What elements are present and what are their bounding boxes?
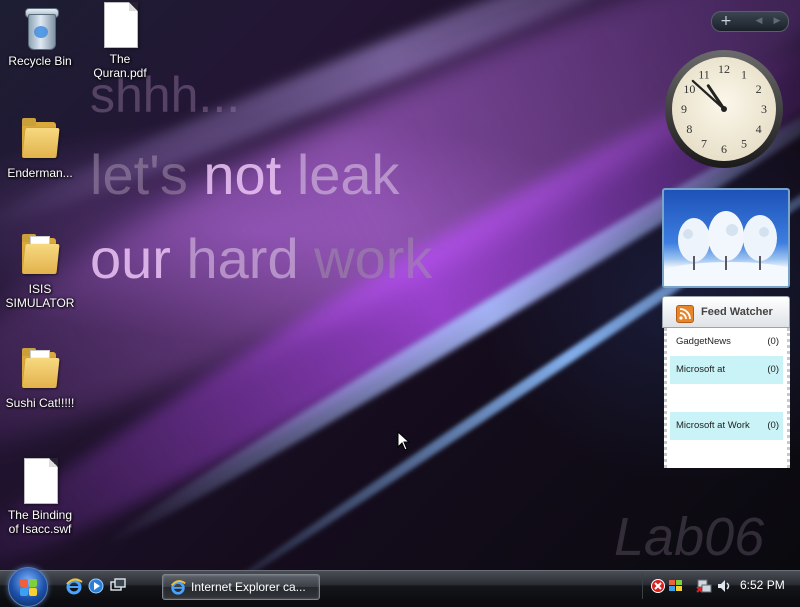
feed-watcher-title: Feed Watcher — [701, 306, 773, 318]
system-clock[interactable]: 6:52 PM — [740, 578, 785, 592]
feed-item-name: Microsoft at — [676, 364, 726, 375]
document-icon — [20, 458, 60, 504]
desktop[interactable]: shhh... let's not leak our hard work Lab… — [0, 0, 800, 570]
previous-gadget-page-button[interactable]: ◀ — [752, 12, 766, 31]
clock-numeral: 10 — [683, 82, 695, 96]
network-disconnected-icon[interactable] — [696, 578, 712, 594]
clock-numeral: 6 — [721, 142, 727, 156]
clock-numeral: 12 — [718, 62, 730, 76]
tray-separator — [642, 573, 643, 599]
feed-item[interactable]: Microsoft at (0) — [670, 356, 783, 384]
start-button[interactable] — [8, 567, 48, 607]
windows-update-icon[interactable] — [668, 578, 684, 594]
feed-item-name: GadgetNews — [676, 336, 731, 347]
taskbar-button-internet-explorer[interactable]: Internet Explorer ca... — [162, 574, 320, 600]
windows-media-quicklaunch-icon[interactable] — [86, 576, 106, 596]
desktop-icon-recycle-bin[interactable]: Recycle Bin — [0, 4, 80, 68]
feed-item-count: (0) — [767, 420, 779, 431]
desktop-icon-binding-of-isaac-swf[interactable]: The Binding of Isacc.swf — [0, 458, 80, 536]
desktop-icon-label: The Quran.pdf — [93, 52, 147, 80]
feed-item[interactable]: GadgetNews (0) — [670, 328, 783, 356]
desktop-icon-quran-pdf[interactable]: The Quran.pdf — [80, 2, 160, 80]
feed-item[interactable] — [670, 384, 783, 412]
taskbar-button-label: Internet Explorer ca... — [191, 580, 306, 594]
wallpaper-word: work — [298, 227, 433, 290]
feed-item[interactable]: Microsoft at Work (0) — [670, 412, 783, 440]
internet-explorer-quicklaunch-icon[interactable] — [64, 576, 84, 596]
clock-gadget[interactable]: 1234567891011 12 — [664, 49, 784, 169]
folder-icon — [20, 116, 60, 162]
clock-numeral: 4 — [756, 122, 762, 136]
wallpaper-word: let's — [90, 143, 204, 206]
wallpaper-word: hard — [186, 227, 299, 290]
sidebar-gadget-toolbar: + ◀ ▶ — [711, 11, 789, 32]
desktop-icon-isis-simulator-folder[interactable]: ISIS SIMULATOR — [0, 232, 80, 310]
desktop-icon-label: Recycle Bin — [8, 54, 72, 68]
mouse-cursor-icon — [397, 431, 411, 451]
security-alert-icon[interactable] — [650, 578, 666, 594]
feed-watcher-header: Feed Watcher — [662, 296, 790, 328]
volume-icon[interactable] — [716, 578, 732, 594]
wallpaper-text-line2: let's not leak — [90, 142, 400, 207]
clock-numeral: 7 — [701, 137, 707, 151]
folder-icon — [20, 346, 60, 392]
desktop-icon-enderman-folder[interactable]: Enderman... — [0, 116, 80, 180]
wallpaper-word: leak — [281, 143, 400, 206]
clock-numeral: 9 — [681, 102, 687, 116]
internet-explorer-icon — [171, 580, 186, 595]
desktop-icon-label: Enderman... — [7, 166, 73, 180]
wallpaper-word: our — [90, 227, 187, 290]
desktop-icon-label: ISIS SIMULATOR — [5, 282, 75, 310]
taskbar: Internet Explorer ca... 6:52 PM — [0, 567, 800, 607]
wallpaper-watermark: Lab06 — [614, 507, 765, 567]
add-gadget-button[interactable]: + — [712, 12, 740, 31]
clock-numeral: 3 — [761, 102, 767, 116]
feed-item-count: (0) — [767, 336, 779, 347]
folder-icon — [20, 232, 60, 278]
wallpaper-text-line3: our hard work — [90, 226, 432, 291]
desktop-icon-label: Sushi Cat!!!!! — [5, 396, 75, 410]
feed-list: GadgetNews (0) Microsoft at (0) Microsof… — [664, 328, 790, 468]
desktop-icon-sushi-cat-folder[interactable]: Sushi Cat!!!!! — [0, 346, 80, 410]
recycle-bin-icon — [20, 4, 60, 50]
rss-icon — [676, 305, 694, 323]
next-gadget-page-button[interactable]: ▶ — [770, 12, 784, 31]
switch-windows-quicklaunch-icon[interactable] — [108, 576, 128, 596]
snowy-trees-image — [664, 211, 788, 286]
feed-item-name: Microsoft at Work — [676, 420, 750, 431]
feed-watcher-gadget[interactable]: Feed Watcher GadgetNews (0) Microsoft at… — [662, 296, 790, 470]
clock-numeral: 2 — [756, 82, 762, 96]
clock-numeral: 1 — [741, 67, 747, 81]
desktop-icon-label: The Binding of Isacc.swf — [7, 508, 73, 536]
slideshow-gadget[interactable] — [662, 188, 790, 288]
document-icon — [100, 2, 140, 48]
clock-numeral: 11 — [698, 67, 710, 81]
wallpaper-word: not — [203, 143, 282, 206]
feed-item-count: (0) — [767, 364, 779, 375]
clock-numeral: 8 — [686, 122, 692, 136]
clock-numeral: 5 — [741, 137, 747, 151]
